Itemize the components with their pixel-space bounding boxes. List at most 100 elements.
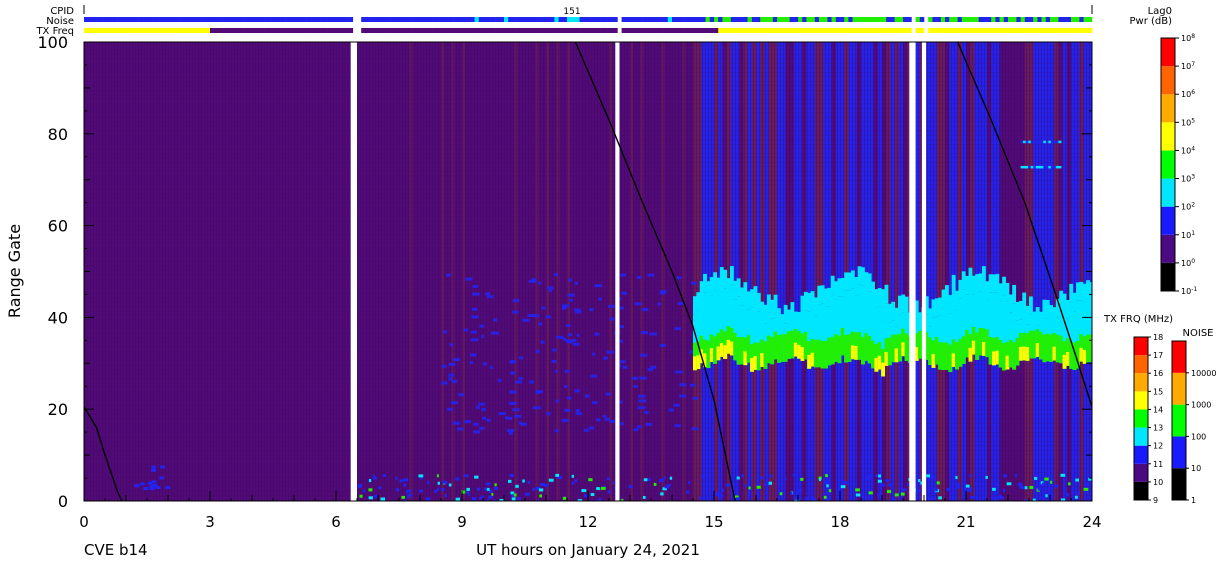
txfreq-cell	[1087, 28, 1093, 33]
txfreq-cell	[760, 28, 765, 33]
noise-cell	[159, 17, 165, 22]
txfreq-cell	[373, 28, 379, 33]
echo-cell	[804, 497, 809, 501]
x-tick-label: 3	[205, 513, 215, 531]
txfreq-cell	[999, 28, 1005, 33]
txfreq-cell	[798, 28, 803, 33]
echo-cell	[383, 473, 387, 477]
echo-cell	[447, 407, 454, 411]
echo-cell	[150, 468, 156, 472]
txfreq-cell	[1045, 28, 1051, 33]
noise-cell	[945, 17, 950, 22]
echo-cell	[985, 475, 988, 479]
echo-cell	[555, 399, 559, 403]
txfreq-cell	[936, 28, 942, 33]
echo-band-cell	[948, 344, 953, 373]
noise-cell	[798, 17, 803, 22]
txfreq-cell	[508, 28, 513, 33]
echo-cell	[640, 330, 648, 334]
echo-band-cell	[790, 330, 795, 359]
echo-cell	[935, 488, 938, 492]
noise-cell	[705, 17, 711, 22]
txfreq-cell	[462, 28, 467, 33]
echo-band-cell	[1005, 282, 1010, 302]
echo-cell	[527, 480, 531, 484]
echo-cell	[679, 394, 687, 398]
echo-band-cell	[783, 304, 788, 324]
txfreq-swatch	[1134, 373, 1148, 392]
echo-cell	[639, 376, 647, 380]
echo-cell	[955, 476, 958, 480]
txfreq-cell	[520, 28, 526, 33]
echo-cell	[564, 384, 568, 388]
noise-cell	[315, 17, 320, 22]
echo-band-cell	[965, 329, 970, 358]
noise-cell	[176, 17, 181, 22]
noise-swatch	[1172, 404, 1186, 437]
echo-cell	[418, 474, 424, 478]
noise-cell	[604, 17, 610, 22]
echo-cell	[403, 483, 407, 487]
echo-band-cell	[1049, 334, 1054, 362]
txfreq-cell	[466, 28, 471, 33]
echo-cell	[659, 478, 664, 482]
txfreq-cell	[378, 28, 383, 33]
txfreq-cell	[525, 28, 530, 33]
txfreq-cell	[991, 28, 996, 33]
txfreq-cell	[814, 28, 820, 33]
echo-band-cell	[780, 314, 785, 333]
echo-band-cell	[961, 271, 966, 290]
echo-cell	[790, 491, 793, 495]
txfreq-cell	[613, 28, 618, 33]
echo-cell	[676, 276, 682, 280]
echo-band-cell	[981, 342, 986, 356]
txfreq-cell	[445, 28, 450, 33]
noise-cell	[310, 17, 316, 22]
noise-cell	[268, 17, 274, 22]
echo-band-cell	[951, 353, 956, 367]
noise-cell	[121, 17, 127, 22]
echo-cell	[487, 295, 494, 299]
echo-band-cell	[975, 332, 980, 360]
txfreq-cell	[1037, 28, 1042, 33]
echo-band-cell	[904, 296, 909, 315]
noise-cell	[445, 17, 450, 22]
noise-cell	[205, 17, 211, 22]
echo-cell	[456, 427, 464, 431]
echo-band-cell	[955, 341, 959, 370]
echo-band-cell	[861, 336, 865, 365]
noise-cell	[306, 17, 312, 22]
echo-cell	[725, 483, 731, 487]
echo-band-cell	[824, 340, 828, 369]
echo-cell	[842, 480, 848, 484]
noise-cell	[1050, 17, 1055, 22]
txfreq-cell	[953, 28, 958, 33]
echo-cell	[545, 483, 548, 487]
echo-cell	[618, 360, 626, 364]
echo-cell	[1034, 476, 1038, 480]
echo-band-cell	[783, 334, 788, 362]
noise-cell	[659, 17, 664, 22]
txfreq-cell	[516, 28, 522, 33]
noise-cell	[247, 17, 253, 22]
echo-cell	[995, 482, 998, 486]
echo-band-cell	[787, 331, 791, 359]
data-gap	[615, 42, 620, 501]
noise-cell	[1024, 17, 1030, 22]
echo-cell	[598, 497, 602, 501]
noise-cell	[336, 17, 341, 22]
echo-cell	[451, 379, 458, 383]
txfreq-cell	[772, 28, 778, 33]
noise-cell	[735, 17, 740, 22]
noise-swatch	[1172, 372, 1186, 405]
echo-cell	[486, 418, 491, 422]
echo-cell	[957, 482, 960, 486]
echo-cell	[539, 494, 543, 498]
echo-cell	[510, 494, 514, 498]
txfreq-cell	[256, 28, 261, 33]
echo-cell	[643, 410, 649, 414]
echo-cell	[426, 497, 431, 501]
echo-band-cell	[988, 274, 993, 293]
echo-cell	[470, 330, 477, 334]
echo-band-cell	[1065, 352, 1070, 366]
